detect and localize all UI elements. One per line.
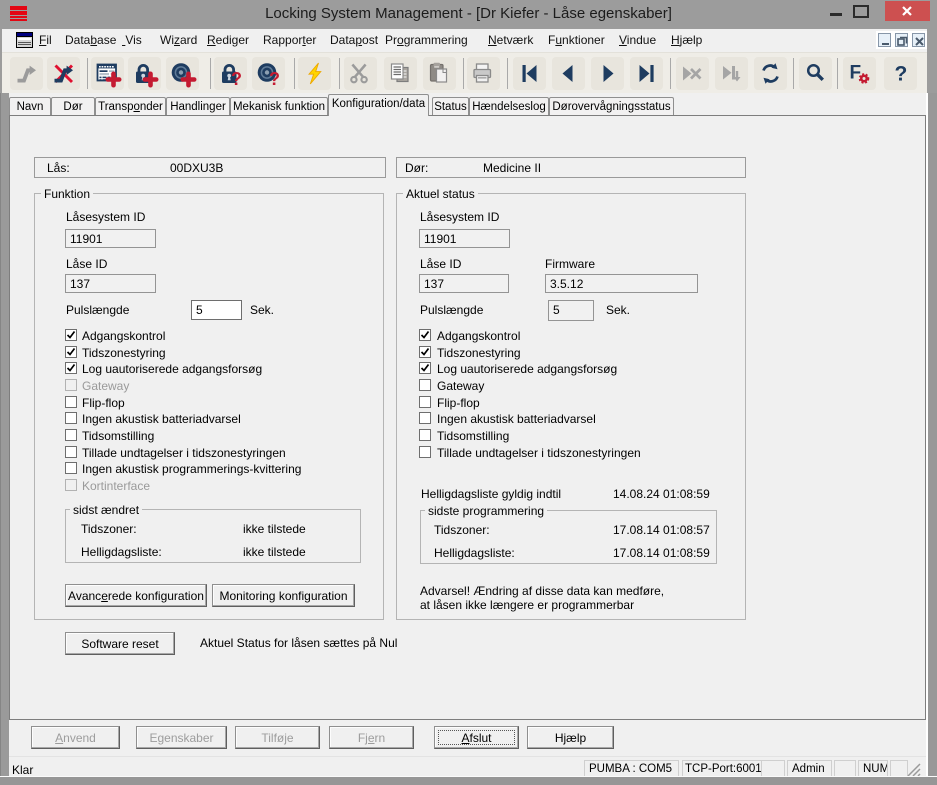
svg-text:?: ? bbox=[269, 69, 280, 89]
svg-text:?: ? bbox=[231, 69, 242, 89]
svg-text:?: ? bbox=[895, 63, 908, 86]
